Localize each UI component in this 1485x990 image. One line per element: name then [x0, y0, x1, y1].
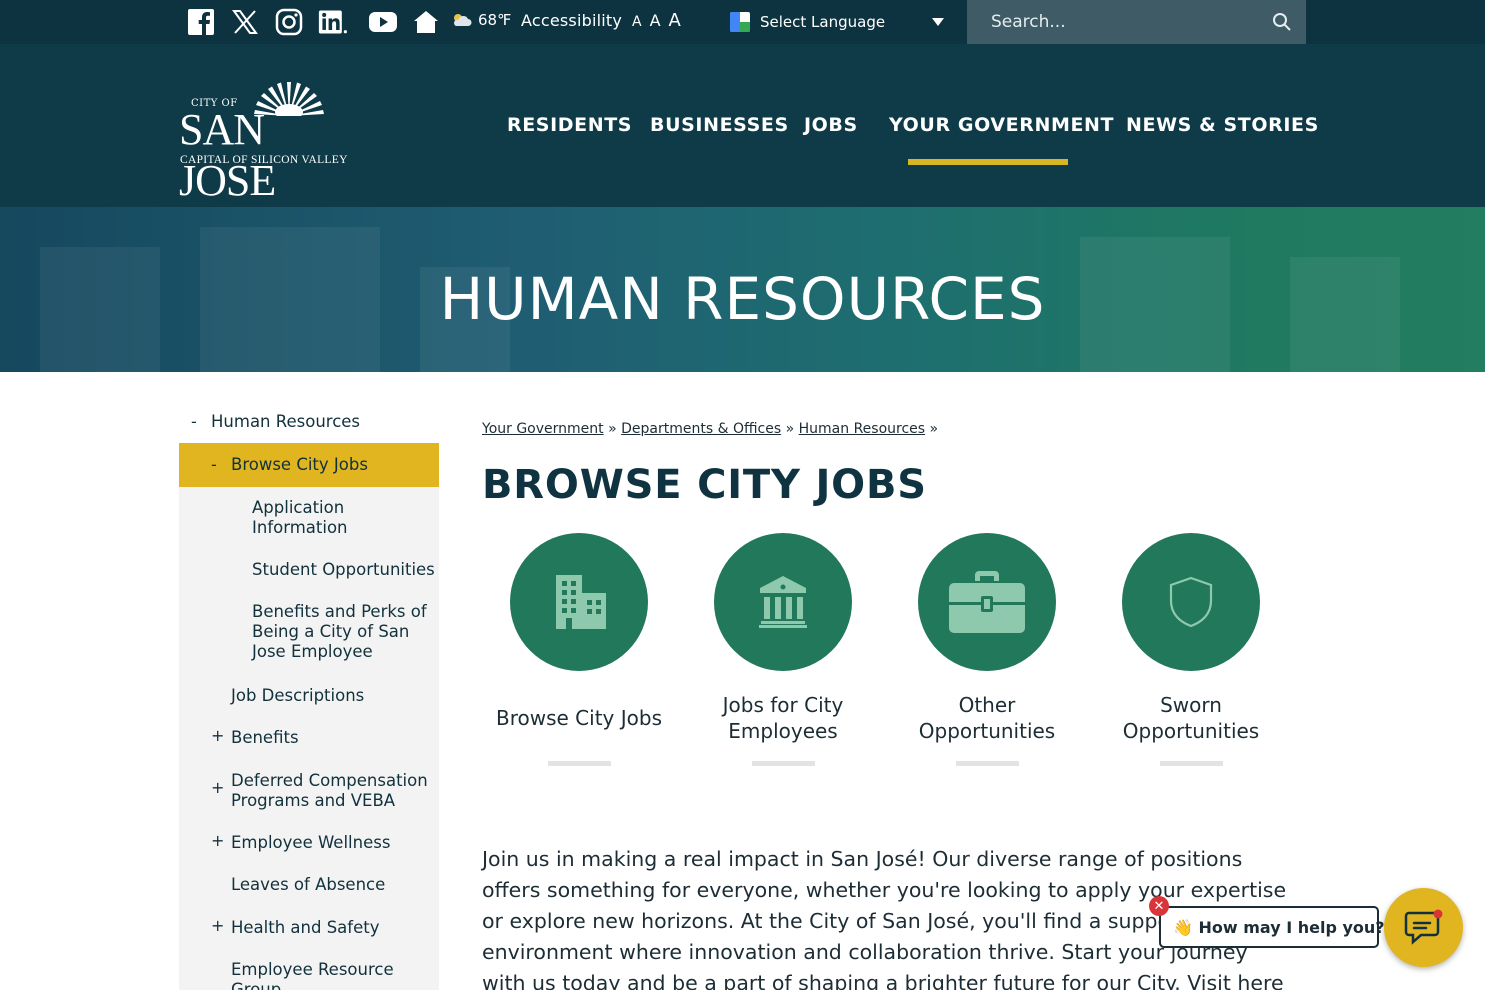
tile-other-opportunities[interactable]: Other Opportunities	[890, 533, 1094, 773]
expand-icon[interactable]: +	[211, 726, 224, 746]
logo-tagline: CAPITAL OF SILICON VALLEY	[180, 154, 348, 166]
font-size-large[interactable]: A	[669, 10, 681, 31]
nav-news-stories[interactable]: NEWS & STORIES	[1126, 114, 1319, 136]
tile-label: Jobs for City Employees	[722, 693, 844, 743]
linkedin-icon[interactable]	[318, 8, 348, 36]
sidebar-item-leaves-of-absence[interactable]: Leaves of Absence	[231, 875, 385, 895]
chevron-down-icon	[932, 18, 944, 26]
weather-temperature: 68℉	[478, 11, 512, 29]
tile-label: Browse City Jobs	[496, 706, 662, 730]
nav-active-indicator	[908, 159, 1068, 165]
sidebar-item-job-descriptions[interactable]: Job Descriptions	[231, 686, 364, 706]
page-banner: HUMAN RESOURCES	[0, 207, 1485, 372]
x-icon[interactable]	[230, 8, 260, 36]
sidebar-item-label: Employee Resource Group	[231, 960, 394, 990]
breadcrumb: Your Government » Departments & Offices …	[482, 421, 938, 437]
chat-prompt-bubble[interactable]: 👋 How may I help you?	[1159, 906, 1385, 948]
toolbox-icon	[918, 533, 1056, 671]
facebook-icon[interactable]	[186, 8, 216, 36]
chat-icon	[1404, 909, 1442, 945]
expand-icon[interactable]: +	[211, 831, 224, 851]
sidebar-item-student-opportunities[interactable]: Student Opportunities	[252, 560, 437, 580]
home-icon[interactable]	[411, 8, 441, 36]
sidebar-item-label: Leaves of Absence	[231, 875, 386, 894]
sidebar-item-label: Benefits and Perks of Being a City of Sa…	[252, 602, 427, 661]
collapse-icon[interactable]: -	[211, 455, 217, 475]
sidebar-item-label: Benefits	[231, 728, 299, 747]
chat-button[interactable]	[1384, 888, 1463, 967]
sidebar-item-label: Human Resources	[211, 412, 361, 431]
search-icon[interactable]	[1272, 12, 1292, 32]
instagram-icon[interactable]	[274, 8, 304, 36]
nav-your-government[interactable]: YOUR GOVERNMENT	[889, 114, 1114, 136]
page-title: BROWSE CITY JOBS	[482, 462, 927, 508]
expand-icon[interactable]: +	[211, 916, 224, 936]
font-size-small[interactable]: A	[632, 14, 642, 30]
partly-cloudy-icon	[450, 12, 472, 28]
tile-divider	[548, 761, 611, 766]
tile-divider	[956, 761, 1019, 766]
search-input[interactable]	[991, 12, 1272, 32]
sidebar-item-label: Health and Safety	[231, 918, 380, 937]
sidebar-item-application-information[interactable]: Application Information	[252, 498, 432, 538]
sidebar-item-label: Deferred Compensation Programs and VEBA	[231, 771, 428, 810]
font-size-medium[interactable]: A	[650, 11, 661, 30]
breadcrumb-departments-offices[interactable]: Departments & Offices	[621, 421, 781, 437]
sidebar-item-label: Application Information	[252, 498, 348, 537]
city-logo[interactable]: CITY OF SAN JOSE CAPITAL OF SILICON VALL…	[179, 68, 349, 205]
search-bar	[967, 0, 1306, 44]
banner-title: HUMAN RESOURCES	[439, 265, 1046, 333]
utility-bar: 68℉ Accessibility A A A Select Language	[0, 0, 1485, 44]
sidebar-item-label: Student Opportunities	[252, 560, 435, 579]
language-select-label: Select Language	[760, 13, 886, 31]
youtube-icon[interactable]	[367, 8, 399, 36]
tile-sworn-opportunities[interactable]: Sworn Opportunities	[1094, 533, 1298, 773]
sidebar-nav: - Human Resources - Browse City Jobs App…	[179, 400, 439, 990]
chat-prompt-text: 👋 How may I help you?	[1173, 917, 1385, 937]
collapse-icon[interactable]: -	[191, 412, 197, 432]
government-building-icon	[714, 533, 852, 671]
nav-businesses[interactable]: BUSINESSES	[650, 114, 789, 136]
font-size-controls: A A A	[632, 10, 681, 31]
tile-browse-city-jobs[interactable]: Browse City Jobs	[482, 533, 686, 773]
tile-jobs-for-city-employees[interactable]: Jobs for City Employees	[686, 533, 890, 773]
breadcrumb-separator: »	[608, 421, 617, 437]
shield-icon	[1122, 533, 1260, 671]
sidebar-item-employee-resource-group[interactable]: Employee Resource Group	[231, 960, 411, 990]
breadcrumb-human-resources[interactable]: Human Resources	[799, 421, 925, 437]
google-translate-icon	[730, 12, 750, 32]
language-select[interactable]: Select Language	[730, 0, 948, 44]
site-header: CITY OF SAN JOSE CAPITAL OF SILICON VALL…	[0, 44, 1485, 207]
expand-icon[interactable]: +	[211, 778, 224, 798]
sidebar-item-label: Browse City Jobs	[231, 455, 368, 474]
breadcrumb-your-government[interactable]: Your Government	[482, 421, 604, 437]
close-icon[interactable]: ✕	[1149, 896, 1169, 916]
nav-residents[interactable]: RESIDENTS	[507, 114, 632, 136]
breadcrumb-separator: »	[785, 421, 795, 437]
tile-label: Other Opportunities	[918, 693, 1056, 743]
tile-label: Sworn Opportunities	[1122, 693, 1260, 743]
building-icon	[510, 533, 648, 671]
sidebar-item-benefits-perks[interactable]: Benefits and Perks of Being a City of Sa…	[252, 602, 430, 662]
sidebar-item-label: Job Descriptions	[231, 686, 365, 705]
sidebar-item-deferred-compensation[interactable]: + Deferred Compensation Programs and VEB…	[211, 771, 437, 811]
nav-jobs[interactable]: JOBS	[804, 114, 858, 136]
weather-widget: 68℉	[450, 11, 511, 29]
tile-divider	[752, 761, 815, 766]
sidebar-item-label: Employee Wellness	[231, 833, 391, 852]
breadcrumb-separator: »	[929, 421, 939, 437]
accessibility-link[interactable]: Accessibility	[521, 11, 622, 30]
tile-divider	[1160, 761, 1223, 766]
